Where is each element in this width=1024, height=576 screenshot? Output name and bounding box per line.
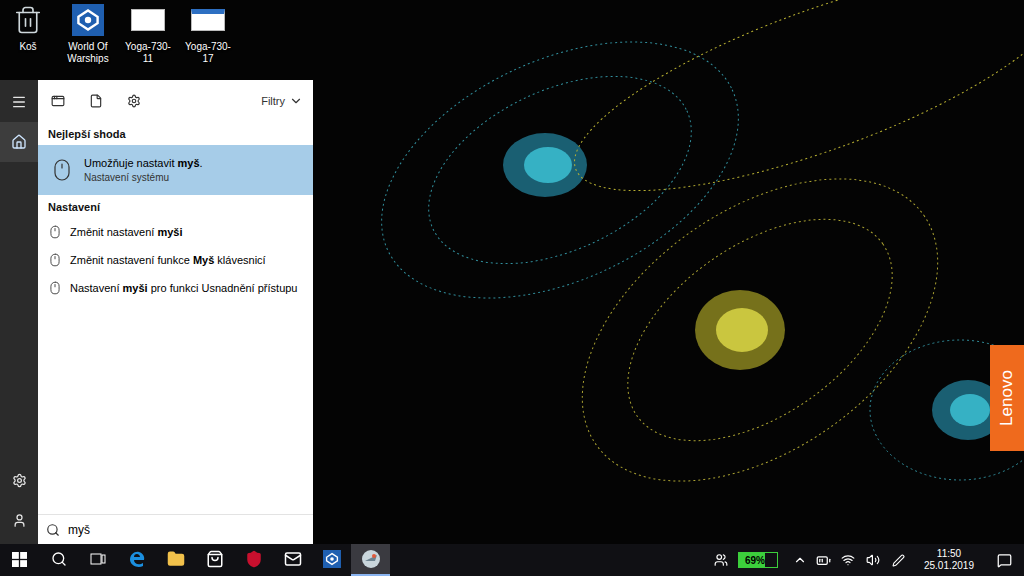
rail-button[interactable] [0,82,38,122]
taskbar-app[interactable] [195,544,234,576]
game-icon [360,548,382,570]
section-header: Nastavení [38,195,313,218]
action-center-button[interactable] [984,544,1024,576]
search-panel: FiltryNejlepší shodaUmožňuje nastavit my… [38,80,313,544]
desktop-icon-art [71,3,105,37]
match-highlight: myš [178,157,200,169]
rail-button[interactable] [0,460,38,500]
people-button[interactable] [710,544,732,576]
match-highlight: myši [157,226,182,238]
settings-icon [12,473,27,488]
image-file-icon [191,9,225,31]
taskbar-app[interactable] [273,544,312,576]
search-field[interactable]: myš [38,514,313,544]
taskbar-app[interactable] [156,544,195,576]
desktop-icon[interactable]: Yoga-730-17 [180,3,236,65]
mcafee-icon [245,550,263,568]
settings-result[interactable]: Změnit nastavení myši [38,218,313,246]
clock[interactable]: 11:5025.01.2019 [912,548,984,572]
search-button[interactable] [39,544,78,576]
settings-result[interactable]: Změnit nastavení funkce Myš klávesnicí [38,246,313,274]
home-icon [11,134,27,150]
start-search-menu: FiltryNejlepší shodaUmožňuje nastavit my… [0,80,313,544]
network-button[interactable] [836,544,860,576]
warships-icon [72,4,104,36]
desktop-icon-art [131,3,165,37]
pen-button[interactable] [886,544,912,576]
scope-toolbar: Filtry [38,80,313,122]
system-tray: 69% 11:5025.01.2019 [710,544,1024,576]
mail-icon [284,550,302,568]
taskbar-app[interactable] [117,544,156,576]
settings-scope-icon[interactable] [127,94,141,108]
desktop-icon[interactable]: Yoga-730-11 [120,3,176,65]
task-view-button[interactable] [78,544,117,576]
taskbar-app[interactable] [351,544,390,576]
wifi-icon [841,553,855,567]
people-icon [714,553,728,567]
store-icon [206,550,224,568]
filters-button[interactable]: Filtry [261,94,303,108]
recycle-bin-icon [13,5,43,35]
desktop-icon-label: Yoga-730-17 [180,41,236,65]
best-match-item[interactable]: Umožňuje nastavit myš. Nastavení systému [38,145,313,195]
volume-icon [866,553,880,567]
lenovo-badge: Lenovo [990,345,1024,451]
desktop-icon[interactable]: Koš [0,3,56,65]
taskbar: 69% 11:5025.01.2019 [0,544,1024,576]
show-hidden-icons[interactable] [788,544,812,576]
battery-icon [816,553,831,568]
apps-scope-icon[interactable] [51,94,65,108]
file-explorer-icon [167,550,185,568]
mouse-icon [50,158,74,182]
task-view-icon [90,552,106,566]
desktop: Koš World Of WarshipsYoga-730-11Yoga-730-… [0,0,1024,544]
settings-result[interactable]: Nastavení myši pro funkci Usnadnění přís… [38,274,313,302]
screen: Koš World Of WarshipsYoga-730-11Yoga-730-… [0,0,1024,576]
desktop-icon-art [11,3,45,37]
warships-icon [323,550,341,568]
desktop-icon-label: World Of Warships [60,41,116,65]
match-highlight: myši [123,282,148,294]
mouse-icon [48,225,62,239]
start-rail [0,80,38,544]
item-title: Umožňuje nastavit myš. [84,157,203,169]
taskbar-app[interactable] [312,544,351,576]
image-file-icon [131,9,165,31]
search-icon [51,551,67,567]
notification-icon [997,553,1012,568]
desktop-icon[interactable]: World Of Warships [60,3,116,65]
start-button[interactable] [0,544,39,576]
rail-button[interactable] [0,500,38,540]
desktop-icon-label: Yoga-730-11 [120,41,176,65]
match-highlight: Myš [193,254,214,266]
desktop-icon-art [191,3,225,37]
taskbar-app[interactable] [234,544,273,576]
documents-scope-icon[interactable] [89,94,103,108]
windows-icon [12,552,27,567]
section-header: Nejlepší shoda [38,122,313,145]
desktop-icon-label: Koš [19,41,36,53]
chevron-down-icon [289,94,303,108]
user-icon [12,513,27,528]
rail-button[interactable] [0,122,38,162]
edge-icon [127,549,147,569]
battery-button[interactable] [812,544,836,576]
search-icon [46,523,60,537]
item-subtitle: Nastavení systému [84,172,203,183]
menu-icon [11,94,27,110]
desktop-icons: Koš World Of WarshipsYoga-730-11Yoga-730-… [0,0,1024,65]
battery-meter: 69% [738,552,778,568]
mouse-icon [48,281,62,295]
volume-button[interactable] [860,544,886,576]
pen-icon [892,554,905,567]
chevron-up-icon [793,553,807,567]
mouse-icon [48,253,62,267]
